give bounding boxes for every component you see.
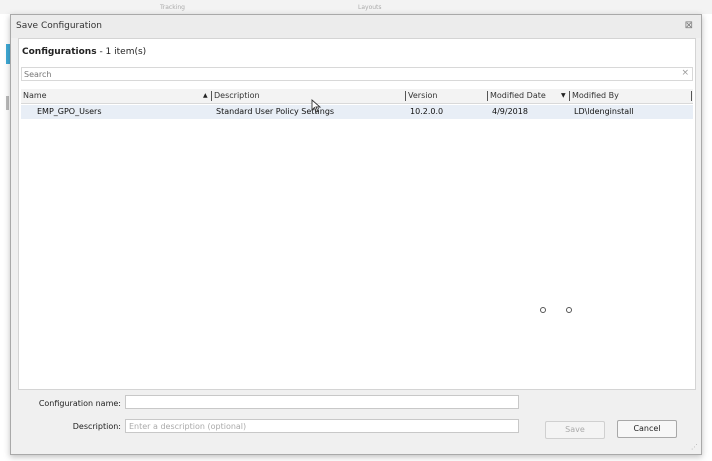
sort-ascending-icon: ▲ bbox=[203, 92, 208, 99]
description-label: Description: bbox=[72, 422, 121, 431]
configurations-heading: Configurations bbox=[22, 47, 97, 57]
search-box: × bbox=[21, 67, 693, 81]
background-window-strip: Tracking Layouts bbox=[0, 0, 712, 14]
configurations-panel: Configurations - 1 item(s) × Name ▲ Desc… bbox=[18, 38, 696, 390]
row-modified-by: LD\ldenginstall bbox=[574, 107, 634, 116]
column-header-name[interactable]: Name bbox=[23, 91, 47, 100]
column-separator[interactable] bbox=[691, 91, 692, 101]
sort-descending-icon: ▼ bbox=[561, 92, 566, 99]
row-version: 10.2.0.0 bbox=[410, 107, 444, 116]
description-input[interactable] bbox=[125, 419, 519, 433]
column-header-version[interactable]: Version bbox=[408, 91, 437, 100]
configurations-header: Configurations - 1 item(s) bbox=[22, 47, 146, 57]
column-separator[interactable] bbox=[211, 91, 212, 101]
column-separator[interactable] bbox=[569, 91, 570, 101]
cancel-button[interactable]: Cancel bbox=[617, 420, 677, 438]
clear-search-icon[interactable]: × bbox=[681, 68, 689, 78]
loading-indicator-dot bbox=[566, 307, 572, 313]
column-separator[interactable] bbox=[487, 91, 488, 101]
dialog-titlebar[interactable]: Save Configuration ⊠ bbox=[11, 15, 701, 38]
column-header-description[interactable]: Description bbox=[214, 91, 260, 100]
background-tab-tracking: Tracking bbox=[160, 4, 185, 11]
column-header-modified-by[interactable]: Modified By bbox=[572, 91, 619, 100]
loading-indicator-dot bbox=[540, 307, 546, 313]
mouse-cursor-icon bbox=[311, 99, 322, 113]
background-tab-layouts: Layouts bbox=[358, 4, 382, 11]
close-icon[interactable]: ⊠ bbox=[685, 20, 693, 31]
row-modified-date: 4/9/2018 bbox=[492, 107, 528, 116]
background-accent-secondary bbox=[6, 96, 9, 110]
search-input[interactable] bbox=[22, 68, 674, 80]
configuration-name-input[interactable] bbox=[125, 395, 519, 409]
table-row[interactable]: EMP_GPO_Users Standard User Policy Setti… bbox=[21, 105, 693, 119]
resize-grip-icon[interactable]: ⋰ bbox=[691, 443, 698, 451]
configuration-name-label: Configuration name: bbox=[38, 399, 121, 408]
grid-header: Name ▲ Description Version Modified Date… bbox=[21, 89, 693, 104]
column-separator[interactable] bbox=[405, 91, 406, 101]
save-button[interactable]: Save bbox=[545, 421, 605, 439]
dialog-title: Save Configuration bbox=[16, 21, 102, 31]
column-header-modified-date[interactable]: Modified Date bbox=[490, 91, 546, 100]
configurations-count: - 1 item(s) bbox=[99, 47, 147, 57]
row-name: EMP_GPO_Users bbox=[37, 107, 102, 116]
save-configuration-dialog: Save Configuration ⊠ Configurations - 1 … bbox=[10, 14, 702, 455]
